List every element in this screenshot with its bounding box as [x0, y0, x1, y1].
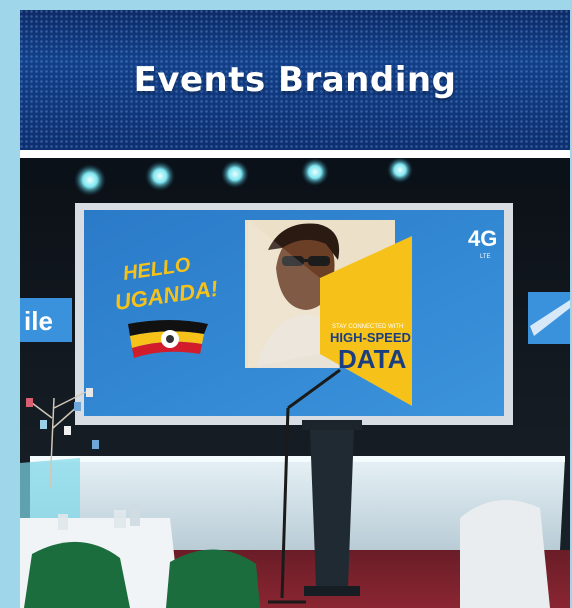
event-photo: ile HELLO UGANDA! 4G LTE STAY CONNECTED … [20, 158, 570, 608]
title-banner: Events Branding [20, 10, 570, 150]
left-side-screen: ile [20, 298, 72, 342]
white-chair-cover [460, 500, 550, 608]
content-card: Events Branding ile HELLO UGANDA! 4G LTE… [20, 10, 570, 608]
right-side-screen [528, 292, 570, 344]
tagline-medium: HIGH-SPEED [330, 330, 411, 345]
banner-title: Events Branding [133, 60, 457, 100]
event-stage-scene: ile HELLO UGANDA! 4G LTE STAY CONNECTED … [20, 158, 570, 608]
network-sub: LTE [480, 254, 491, 260]
side-screen-text: ile [24, 306, 53, 336]
network-badge: 4G [468, 226, 497, 251]
green-chair-right [166, 549, 260, 608]
tagline-large: DATA [338, 344, 407, 374]
